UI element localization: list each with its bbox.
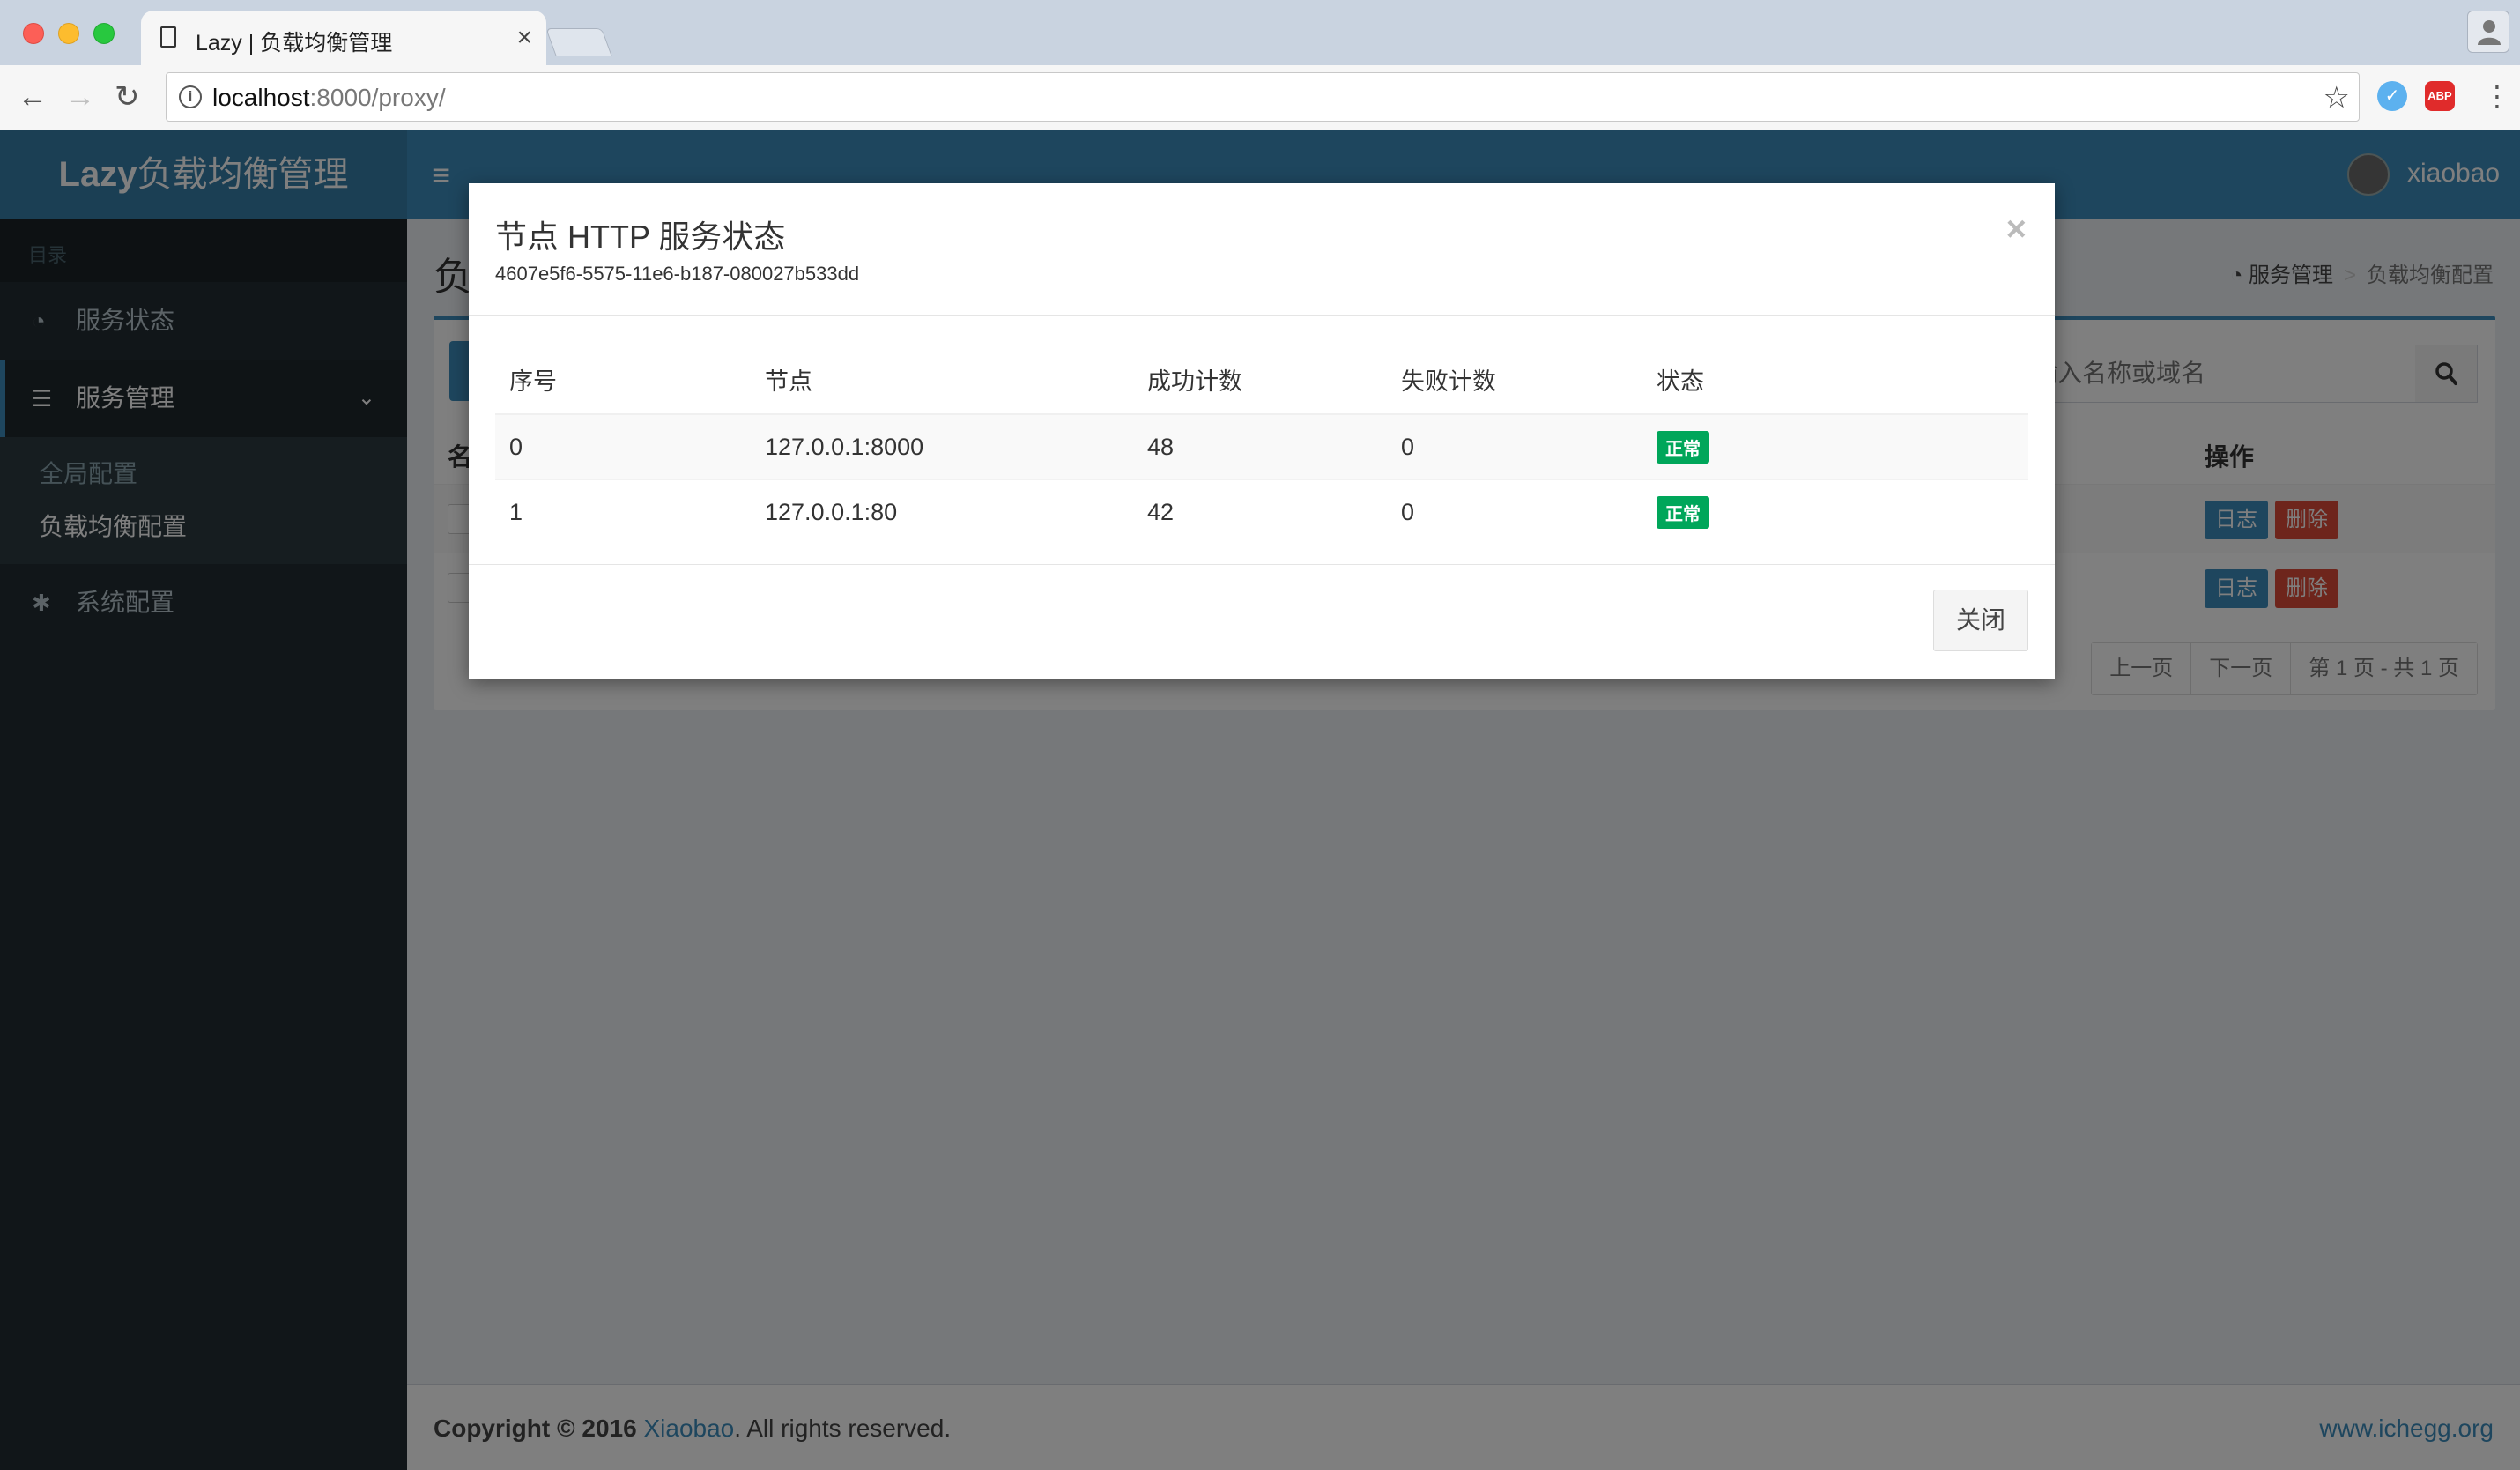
- status-badge: 正常: [1657, 430, 1709, 464]
- status-badge: 正常: [1657, 495, 1709, 529]
- extension-icon[interactable]: ✓: [2377, 81, 2407, 111]
- browser-tab[interactable]: Lazy | 负载均衡管理 ×: [141, 11, 546, 67]
- window-zoom-button[interactable]: [93, 23, 115, 44]
- new-tab-button[interactable]: [545, 28, 612, 56]
- modal-title: 节点 HTTP 服务状态: [495, 219, 786, 255]
- node-status-table: 序号 节点 成功计数 失败计数 状态 0 127.0.0.1:8000 48 0…: [495, 345, 2028, 545]
- cell-fail: 0: [1387, 413, 1642, 479]
- table-row: 0 127.0.0.1:8000 48 0 正常: [495, 413, 2028, 479]
- tab-title: Lazy | 负载均衡管理: [196, 31, 393, 56]
- window-minimize-button[interactable]: [58, 23, 79, 44]
- forward-arrow-icon[interactable]: →: [65, 81, 95, 113]
- address-bar[interactable]: i localhost:8000/proxy/ ☆: [166, 72, 2360, 122]
- bookmark-star-icon[interactable]: ☆: [2324, 80, 2350, 115]
- cell-index: 0: [495, 413, 751, 479]
- cell-success: 42: [1133, 479, 1387, 545]
- cell-status: 正常: [1642, 479, 2028, 545]
- person-icon: [2478, 20, 2501, 45]
- browser-menu-icon[interactable]: ⋮: [2483, 79, 2511, 113]
- close-button[interactable]: 关闭: [1933, 590, 2028, 651]
- column-header-status: 状态: [1642, 345, 2028, 415]
- table-row: 1 127.0.0.1:80 42 0 正常: [495, 479, 2028, 545]
- url-text: localhost:8000/proxy/: [212, 84, 446, 111]
- modal-subtitle: 4607e5f6-5575-11e6-b187-080027b533dd: [495, 263, 860, 285]
- cell-node: 127.0.0.1:80: [751, 479, 1133, 545]
- reload-icon[interactable]: ↻: [115, 81, 140, 113]
- node-status-modal: 节点 HTTP 服务状态 4607e5f6-5575-11e6-b187-080…: [469, 183, 2055, 679]
- column-header-fail: 失败计数: [1387, 345, 1642, 415]
- column-header-success: 成功计数: [1133, 345, 1387, 415]
- window-close-button[interactable]: [23, 23, 44, 44]
- browser-toolbar: ← → ↻ i localhost:8000/proxy/ ☆: [0, 65, 2520, 130]
- cell-success: 48: [1133, 413, 1387, 479]
- cell-node: 127.0.0.1:8000: [751, 413, 1133, 479]
- modal-footer: 关闭: [469, 564, 2055, 679]
- browser-tab-bar: Lazy | 负载均衡管理 ×: [0, 0, 2520, 67]
- column-header-node: 节点: [751, 345, 1133, 415]
- profile-button[interactable]: [2467, 11, 2509, 53]
- table-header-row: 序号 节点 成功计数 失败计数 状态: [495, 345, 2028, 415]
- cell-index: 1: [495, 479, 751, 545]
- info-icon[interactable]: i: [179, 85, 202, 108]
- close-icon[interactable]: ×: [2006, 212, 2027, 247]
- modal-header: 节点 HTTP 服务状态 4607e5f6-5575-11e6-b187-080…: [469, 183, 2055, 316]
- tab-close-icon[interactable]: ×: [516, 23, 532, 53]
- page-icon: [160, 26, 176, 48]
- column-header-index: 序号: [495, 345, 751, 415]
- cell-fail: 0: [1387, 479, 1642, 545]
- adblock-icon[interactable]: ABP: [2425, 81, 2455, 111]
- cell-status: 正常: [1642, 413, 2028, 479]
- back-arrow-icon[interactable]: ←: [18, 81, 48, 113]
